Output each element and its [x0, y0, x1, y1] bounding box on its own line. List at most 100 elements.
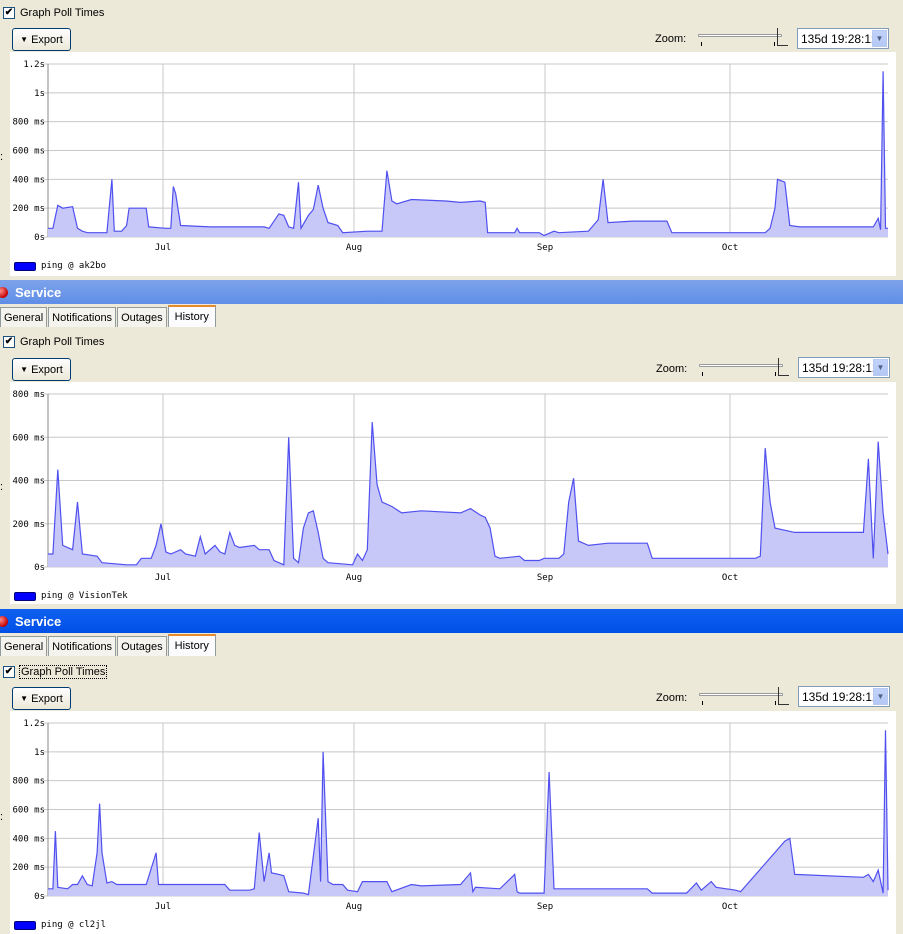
slider-thumb[interactable]	[777, 28, 788, 46]
y-tick-label: 800 ms	[12, 390, 45, 400]
export-label: Export	[31, 692, 63, 705]
legend-swatch	[14, 920, 36, 930]
status-down-icon	[0, 287, 8, 298]
checkbox-label: Graph Poll Times	[20, 7, 105, 19]
x-tick-label: Oct	[722, 902, 738, 912]
y-tick-label: 400 ms	[12, 477, 45, 487]
side-colon: :	[0, 811, 4, 823]
y-tick-label: 600 ms	[12, 433, 45, 443]
y-tick-label: 200 ms	[12, 204, 45, 214]
tab-general[interactable]: General	[0, 636, 48, 656]
side-colon: :	[0, 481, 4, 493]
tab-bar-2: General Notifications Outages History	[0, 305, 903, 327]
x-tick-label: Jul	[155, 243, 171, 253]
tab-label: Outages	[121, 640, 163, 653]
export-label: Export	[31, 363, 63, 376]
tab-label: General	[4, 311, 44, 324]
poll-time-chart-2: 800 ms 600 ms 400 ms 200 ms 0s Jul Aug Sep Oct	[12, 390, 889, 583]
tab-history[interactable]: History	[167, 305, 216, 327]
slider-tick	[702, 701, 703, 705]
tab-general[interactable]: General	[0, 307, 48, 327]
zoom-slider-3[interactable]	[699, 687, 789, 707]
tab-notifications[interactable]: Notifications	[48, 307, 117, 327]
zoom-label-2: Zoom:	[656, 363, 688, 375]
checkbox-label: Graph Poll Times	[20, 336, 105, 348]
checkbox-box[interactable]: ✔	[3, 7, 15, 19]
dropdown-arrow-icon[interactable]: ▼	[873, 359, 888, 376]
graph-poll-times-checkbox-1[interactable]: ✔ Graph Poll Times	[3, 5, 104, 21]
slider-tick	[701, 42, 702, 46]
y-tick-label: 200 ms	[12, 520, 45, 530]
dropdown-arrow-icon[interactable]: ▼	[873, 688, 888, 705]
y-tick-label: 1.2s	[23, 60, 45, 70]
y-tick-label: 600 ms	[12, 147, 45, 157]
range-value: 135d 19:28:12	[801, 31, 878, 46]
chevron-down-icon: ▼	[20, 35, 29, 44]
tab-notifications[interactable]: Notifications	[48, 636, 117, 656]
export-button-3[interactable]: ▼ Export	[12, 687, 71, 710]
service-title: Service	[15, 284, 62, 300]
chart-legend-2: ping @ VisionTek	[14, 591, 128, 601]
tab-label: Notifications	[52, 311, 113, 324]
y-tick-label: 1s	[34, 89, 45, 99]
series-area	[48, 71, 888, 237]
export-button-2[interactable]: ▼ Export	[12, 358, 71, 381]
tab-outages[interactable]: Outages	[117, 636, 167, 656]
tab-label: History	[174, 640, 209, 652]
checkbox-box[interactable]: ✔	[3, 666, 15, 678]
range-select-1[interactable]: 135d 19:28:12 ▼	[797, 28, 889, 49]
slider-tick	[775, 701, 776, 705]
range-value: 135d 19:28:12	[802, 360, 879, 375]
legend-label: ping @ cl2jl	[41, 920, 107, 930]
range-select-3[interactable]: 135d 19:28:12 ▼	[798, 686, 890, 707]
checkbox-label: Graph Poll Times	[18, 665, 108, 679]
y-tick-label: 1s	[34, 748, 45, 758]
slider-thumb[interactable]	[778, 358, 789, 376]
x-tick-label: Oct	[722, 243, 738, 253]
chart-area-1: 1.2s 1s 800 ms 600 ms 400 ms 200 ms 0s Jul Aug Se…	[10, 52, 896, 276]
y-tick-label: 600 ms	[12, 806, 45, 816]
x-tick-label: Aug	[346, 902, 362, 912]
x-tick-label: Aug	[346, 573, 362, 583]
legend-swatch	[14, 591, 36, 601]
y-tick-label: 400 ms	[12, 175, 45, 185]
tab-history[interactable]: History	[167, 634, 216, 656]
slider-track	[698, 34, 782, 37]
y-tick-label: 400 ms	[12, 834, 45, 844]
slider-tick	[702, 372, 703, 376]
zoom-slider-1[interactable]	[698, 28, 788, 48]
zoom-label-1: Zoom:	[655, 33, 687, 45]
chart-area-3: 1.2s 1s 800 ms 600 ms 400 ms 200 ms 0s Jul Aug Se…	[10, 711, 896, 934]
x-tick-label: Sep	[537, 573, 553, 583]
service-header-3: Service	[0, 609, 903, 633]
slider-thumb[interactable]	[778, 687, 789, 705]
graph-poll-times-checkbox-3[interactable]: ✔ Graph Poll Times	[3, 664, 108, 680]
chevron-down-icon: ▼	[20, 365, 29, 374]
status-down-icon	[0, 616, 8, 627]
tab-label: Notifications	[52, 640, 113, 653]
slider-track	[699, 364, 783, 367]
zoom-slider-2[interactable]	[699, 358, 789, 378]
x-tick-label: Jul	[155, 902, 171, 912]
poll-time-chart-3: 1.2s 1s 800 ms 600 ms 400 ms 200 ms 0s Jul Aug Se…	[12, 719, 889, 912]
export-button-1[interactable]: ▼ Export	[12, 28, 71, 51]
tab-label: General	[4, 640, 44, 653]
y-tick-label: 800 ms	[12, 118, 45, 128]
range-value: 135d 19:28:12	[802, 689, 879, 704]
legend-swatch	[14, 261, 36, 271]
checkbox-box[interactable]: ✔	[3, 336, 15, 348]
series-area	[48, 730, 888, 896]
x-tick-label: Aug	[346, 243, 362, 253]
legend-label: ping @ VisionTek	[41, 591, 128, 601]
dropdown-arrow-icon[interactable]: ▼	[872, 30, 887, 47]
side-colon: :	[0, 151, 4, 163]
graph-poll-times-checkbox-2[interactable]: ✔ Graph Poll Times	[3, 334, 104, 350]
chevron-down-icon: ▼	[20, 694, 29, 703]
chart-legend-3: ping @ cl2jl	[14, 920, 106, 930]
x-tick-label: Sep	[537, 243, 553, 253]
export-label: Export	[31, 33, 63, 46]
service-title: Service	[15, 613, 62, 629]
tab-outages[interactable]: Outages	[117, 307, 167, 327]
series-area	[48, 422, 888, 567]
range-select-2[interactable]: 135d 19:28:12 ▼	[798, 357, 890, 378]
